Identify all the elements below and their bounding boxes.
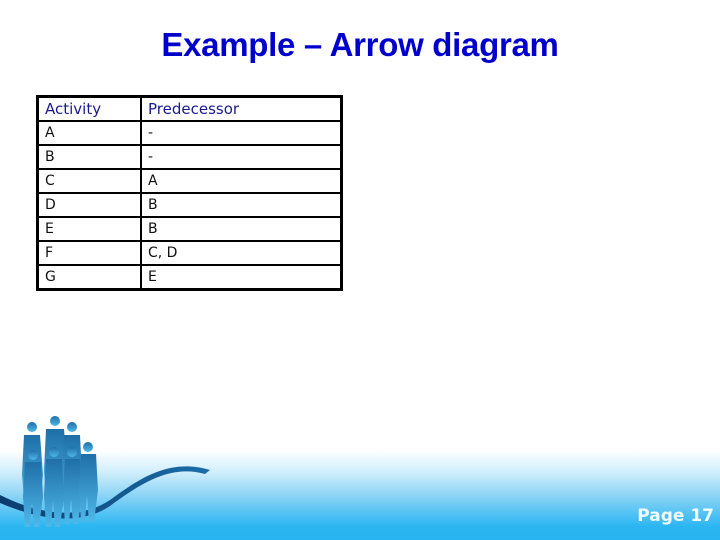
activity-cell: D xyxy=(36,192,142,218)
activity-cell: E xyxy=(36,216,142,242)
predecessor-cell: B xyxy=(140,192,343,218)
business-people-silhouettes-icon xyxy=(0,416,210,527)
activity-cell: F xyxy=(36,240,142,266)
predecessor-cell: C, D xyxy=(140,240,343,266)
slide-title: Example – Arrow diagram xyxy=(161,26,559,63)
activity-cell: A xyxy=(36,120,142,146)
table-row: E B xyxy=(36,216,343,242)
activity-cell: C xyxy=(36,168,142,194)
activity-cell: B xyxy=(36,144,142,170)
predecessor-cell: A xyxy=(140,168,343,194)
table-row: C A xyxy=(36,168,343,194)
predecessor-cell: B xyxy=(140,216,343,242)
predecessor-table: Activity Predecessor A - B - C A D B E B… xyxy=(36,95,343,291)
table-row: F C, D xyxy=(36,240,343,266)
header-predecessor: Predecessor xyxy=(140,95,343,122)
table-header-row: Activity Predecessor xyxy=(36,95,343,122)
predecessor-cell: - xyxy=(140,144,343,170)
table-row: G E xyxy=(36,264,343,291)
table-row: B - xyxy=(36,144,343,170)
header-activity: Activity xyxy=(36,95,142,122)
page-number: Page 17 xyxy=(637,506,714,526)
table-row: A - xyxy=(36,120,343,146)
predecessor-cell: E xyxy=(140,264,343,291)
table-row: D B xyxy=(36,192,343,218)
predecessor-cell: - xyxy=(140,120,343,146)
activity-cell: G xyxy=(36,264,142,291)
